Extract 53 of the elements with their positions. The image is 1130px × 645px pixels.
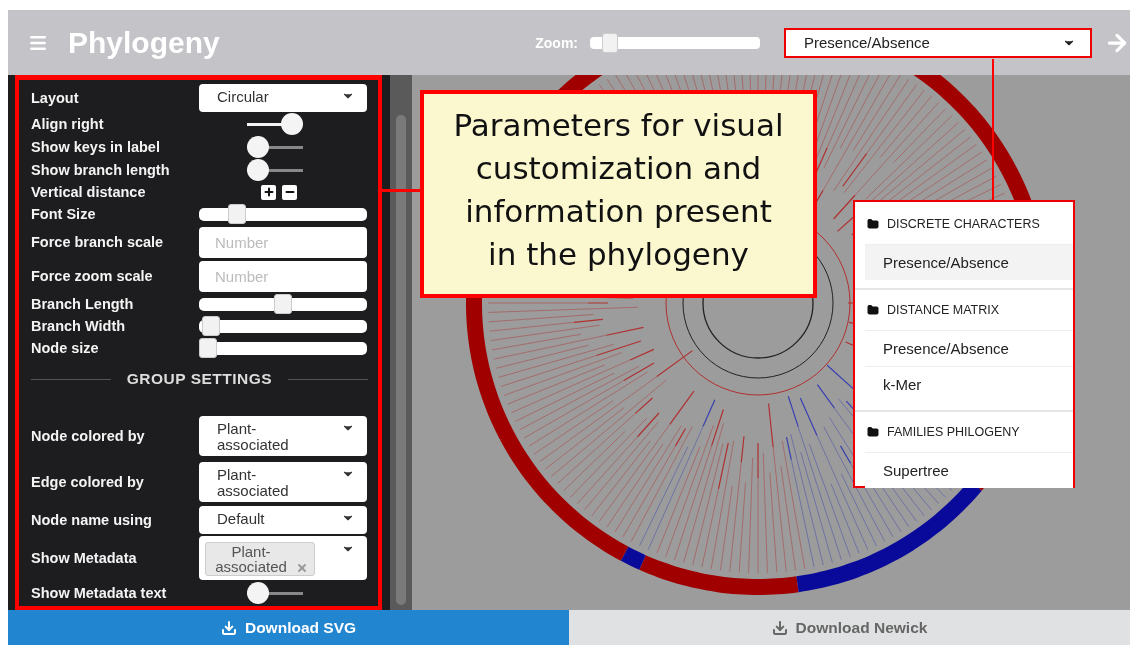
app-title: Phylogeny <box>68 25 220 60</box>
download-button[interactable]: Download Newick <box>569 610 1130 645</box>
section-title: GROUP SETTINGS <box>126 370 273 388</box>
toggle-switch[interactable] <box>247 135 303 158</box>
minus-button[interactable] <box>282 184 297 200</box>
setting-label: Show branch length <box>31 161 171 178</box>
group-title: FAMILIES PHILOGENY <box>887 425 1020 439</box>
setting-label: Font Size <box>31 206 97 222</box>
select-field[interactable]: Plant-associated <box>199 462 367 502</box>
scrollbar-thumb[interactable] <box>396 115 406 605</box>
annotation-callout: Parameters for visual customization and information present in the phylogeny <box>420 90 817 298</box>
setting-label: Node size <box>31 340 100 356</box>
setting-label: Show Metadata <box>31 550 138 566</box>
select-field[interactable]: Plant-associated <box>199 536 367 580</box>
plus-icon <box>262 186 275 198</box>
select-field[interactable]: Default <box>199 506 367 534</box>
folder-icon <box>867 304 879 316</box>
setting-label: Align right <box>31 115 105 132</box>
setting-label: Edge colored by <box>31 474 145 490</box>
setting-label: Show keys in label <box>31 138 161 155</box>
number-field[interactable]: Number <box>199 226 367 258</box>
toggle-switch[interactable] <box>247 158 303 181</box>
dataset-select[interactable]: Presence/Absence <box>784 27 1092 58</box>
folder-icon <box>867 426 879 438</box>
setting-label: Node name using <box>31 512 153 528</box>
toggle-switch[interactable] <box>247 112 303 135</box>
setting-label: Vertical distance <box>31 184 147 200</box>
setting-label: Show Metadata text <box>31 584 168 601</box>
download-button[interactable]: Download SVG <box>8 610 569 645</box>
folder-icon <box>867 218 879 230</box>
setting-label: Force zoom scale <box>31 268 154 284</box>
download-icon <box>220 619 237 636</box>
download-icon <box>771 619 788 636</box>
number-field[interactable]: Number <box>199 260 367 292</box>
setting-label: Branch Length <box>31 296 135 312</box>
setting-label: Force branch scale <box>31 234 165 250</box>
metadata-tag: Plant-associated <box>205 542 315 576</box>
plus-button[interactable] <box>261 184 276 200</box>
menu-item[interactable]: Supertree <box>865 452 1073 488</box>
group-title: DISTANCE MATRIX <box>887 303 1000 317</box>
slider[interactable] <box>199 297 367 311</box>
menu-item[interactable]: Presence/Absence <box>865 244 1073 280</box>
slider[interactable] <box>199 319 367 333</box>
setting-label: Node colored by <box>31 428 146 444</box>
setting-label: Layout <box>31 90 80 106</box>
setting-label: Branch Width <box>31 318 127 334</box>
toggle-switch[interactable] <box>247 581 303 604</box>
select-field[interactable]: Circular <box>199 84 367 112</box>
select-field[interactable]: Plant-associated <box>199 416 367 456</box>
zoom-label: Zoom: <box>535 34 578 51</box>
slider[interactable] <box>199 341 367 355</box>
slider[interactable] <box>199 207 367 221</box>
group-title: DISCRETE CHARACTERS <box>887 217 1040 231</box>
